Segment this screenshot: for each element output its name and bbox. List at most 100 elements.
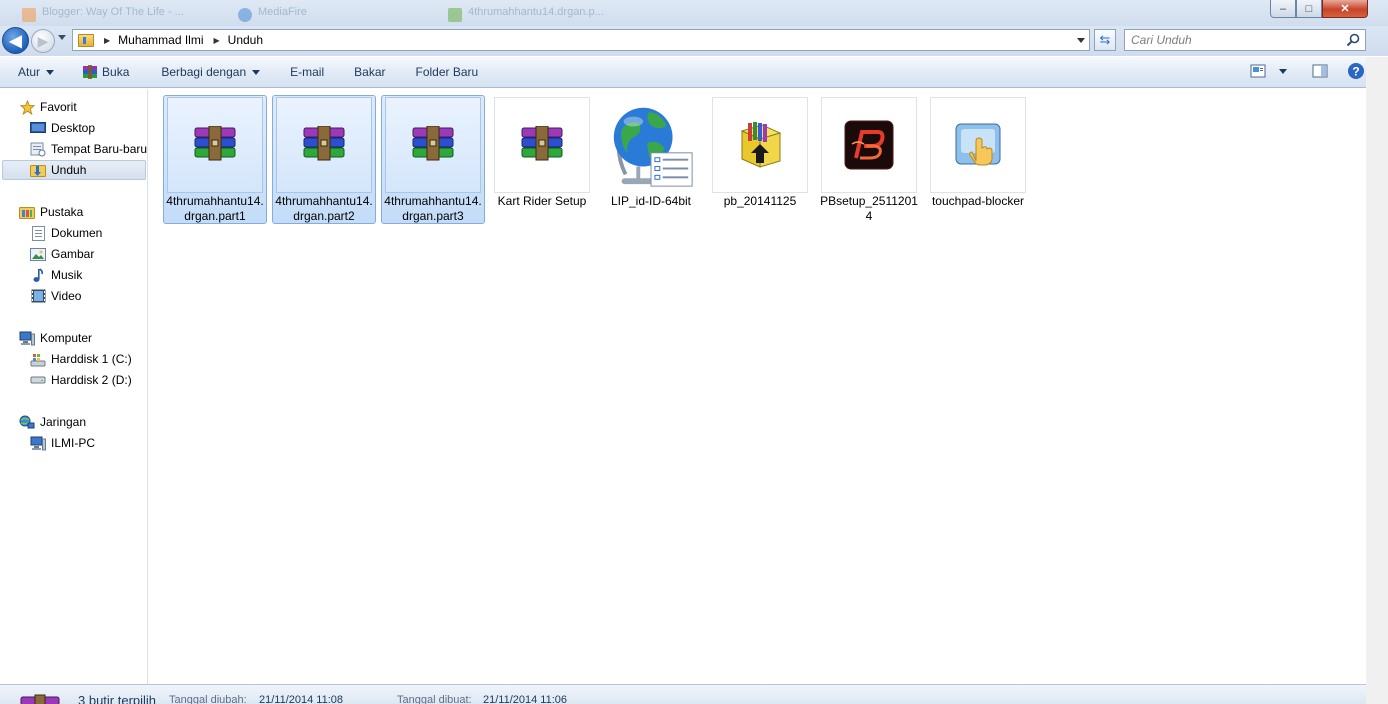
downloads-folder-icon [30, 162, 46, 178]
winrar-icon [83, 65, 98, 79]
file-name: 4thrumahhantu14.drgan.part1 [166, 194, 264, 223]
view-options-dropdown[interactable] [1278, 61, 1288, 81]
open-button[interactable]: Buka [74, 60, 137, 84]
mediafire-icon [238, 8, 252, 22]
libraries-icon [19, 204, 35, 220]
file-name: PBsetup_25112014 [820, 194, 918, 223]
sidebar-group-favorites[interactable]: Favorit [19, 97, 77, 117]
breadcrumb-downloads[interactable]: Unduh [228, 33, 263, 47]
preview-pane-icon [1312, 64, 1328, 78]
computer-icon [30, 435, 46, 451]
file-list[interactable]: 4thrumahhantu14.drgan.part1 4thrumahhant… [149, 89, 1366, 684]
documents-icon [30, 225, 46, 241]
sidebar-item-ilmi-pc[interactable]: ILMI-PC [30, 433, 95, 453]
new-folder-button[interactable]: Folder Baru [408, 60, 487, 84]
breadcrumb-separator-icon[interactable]: ▶ [214, 36, 220, 45]
file-item[interactable]: 4thrumahhantu14.drgan.part1 [163, 95, 267, 224]
globe-installer-icon [613, 107, 693, 187]
pointblank-logo-icon [844, 120, 894, 170]
winrar-archive-icon [303, 126, 345, 161]
close-button[interactable]: ✕ [1322, 0, 1368, 18]
downloads-folder-icon [78, 33, 94, 47]
star-icon [19, 99, 35, 115]
file-item[interactable]: Kart Rider Setup [490, 95, 594, 224]
svg-text:?: ? [1352, 65, 1359, 79]
window-titlebar: Blogger: Way Of The Life - ... MediaFire… [0, 0, 1388, 28]
search-icon[interactable] [1345, 32, 1361, 48]
file-name: Kart Rider Setup [497, 194, 587, 208]
file-item[interactable]: 4thrumahhantu14.drgan.part3 [381, 95, 485, 224]
sidebar-item-videos[interactable]: Video [30, 286, 81, 306]
search-box[interactable] [1124, 29, 1366, 51]
view-icon [1250, 64, 1266, 78]
chevron-down-icon [252, 69, 261, 75]
sidebar-item-pictures[interactable]: Gambar [30, 244, 94, 264]
forward-arrow-icon: ▶ [37, 32, 49, 49]
sidebar-item-downloads[interactable]: Unduh [2, 160, 146, 180]
view-controls: ? [1248, 61, 1366, 81]
search-input[interactable] [1125, 30, 1335, 50]
share-with-menu-button[interactable]: Berbagi dengan [153, 60, 268, 84]
system-drive-icon [30, 351, 46, 367]
breadcrumb-separator-icon[interactable]: ▶ [104, 36, 110, 45]
command-bar: Atur Buka Berbagi dengan E-mail Bakar Fo… [0, 57, 1388, 88]
recent-places-icon [30, 141, 46, 157]
chevron-down-icon [1279, 68, 1287, 74]
details-pane: 3 butir terpilih Tanggal diubah: 21/11/2… [0, 684, 1366, 704]
file-item[interactable]: LIP_id-ID-64bit [599, 95, 703, 224]
help-button[interactable]: ? [1346, 61, 1366, 81]
refresh-button[interactable]: ⇆ [1094, 29, 1116, 51]
sidebar-item-music[interactable]: Musik [30, 265, 82, 285]
background-tab-download: 4thrumahhantu14.drgan.p... [446, 6, 646, 24]
chevron-down-icon [46, 69, 55, 75]
sidebar-item-drive-d[interactable]: Harddisk 2 (D:) [30, 370, 132, 390]
film-strip-icon [30, 288, 46, 304]
navigation-pane: Favorit Desktop Tempat Baru-baru Unduh P… [0, 89, 148, 684]
file-item[interactable]: touchpad-blocker [926, 95, 1030, 224]
file-name: 4thrumahhantu14.drgan.part3 [384, 194, 482, 223]
sidebar-item-desktop[interactable]: Desktop [30, 118, 95, 138]
modified-label: Tanggal diubah: [169, 694, 247, 704]
background-tab-mediafire: MediaFire [236, 6, 416, 24]
sidebar-group-network[interactable]: Jaringan [19, 412, 86, 432]
refresh-icon: ⇆ [1099, 32, 1111, 47]
preview-pane-button[interactable] [1310, 61, 1330, 81]
file-name: pb_20141125 [723, 194, 797, 208]
sidebar-item-drive-c[interactable]: Harddisk 1 (C:) [30, 349, 132, 369]
address-row: ◀ ▶ ▶ Muhammad Ilmi ▶ Unduh ⇆ [0, 26, 1388, 56]
change-view-button[interactable] [1248, 61, 1268, 81]
sidebar-group-computer[interactable]: Komputer [19, 328, 92, 348]
file-item[interactable]: 4thrumahhantu14.drgan.part2 [272, 95, 376, 224]
selection-count: 3 butir terpilih [78, 693, 157, 704]
organize-menu-button[interactable]: Atur [10, 60, 62, 84]
created-label: Tanggal dibuat: [397, 694, 472, 704]
winrar-archive-icon [194, 126, 236, 161]
winrar-archive-icon [20, 694, 60, 704]
desktop-icon [30, 120, 46, 136]
address-history-dropdown-icon[interactable] [1077, 38, 1085, 43]
winrar-archive-icon [412, 126, 454, 161]
file-name: touchpad-blocker [931, 194, 1025, 208]
touchpad-hand-icon [955, 123, 1001, 166]
forward-button[interactable]: ▶ [31, 29, 55, 53]
minimize-button[interactable]: – [1270, 0, 1296, 18]
breadcrumb-user[interactable]: Muhammad Ilmi [118, 33, 203, 47]
pictures-icon [30, 246, 46, 262]
address-bar[interactable]: ▶ Muhammad Ilmi ▶ Unduh [72, 29, 1090, 51]
window-right-edge [1366, 57, 1388, 704]
winrar-archive-icon [521, 126, 563, 161]
email-button[interactable]: E-mail [282, 60, 332, 84]
file-item[interactable]: PBsetup_25112014 [817, 95, 921, 224]
background-tab-blogger: Blogger: Way Of The Life - ... [20, 6, 220, 24]
hard-drive-icon [30, 372, 46, 388]
computer-icon [19, 330, 35, 346]
burn-button[interactable]: Bakar [346, 60, 393, 84]
file-item[interactable]: pb_20141125 [708, 95, 812, 224]
sidebar-item-documents[interactable]: Dokumen [30, 223, 102, 243]
maximize-button[interactable]: □ [1296, 0, 1322, 18]
recent-pages-dropdown[interactable] [58, 35, 66, 40]
sidebar-item-recent-places[interactable]: Tempat Baru-baru [30, 139, 147, 159]
sidebar-group-libraries[interactable]: Pustaka [19, 202, 83, 222]
modified-value: 21/11/2014 11:08 [259, 694, 344, 704]
back-button[interactable]: ◀ [2, 27, 29, 54]
